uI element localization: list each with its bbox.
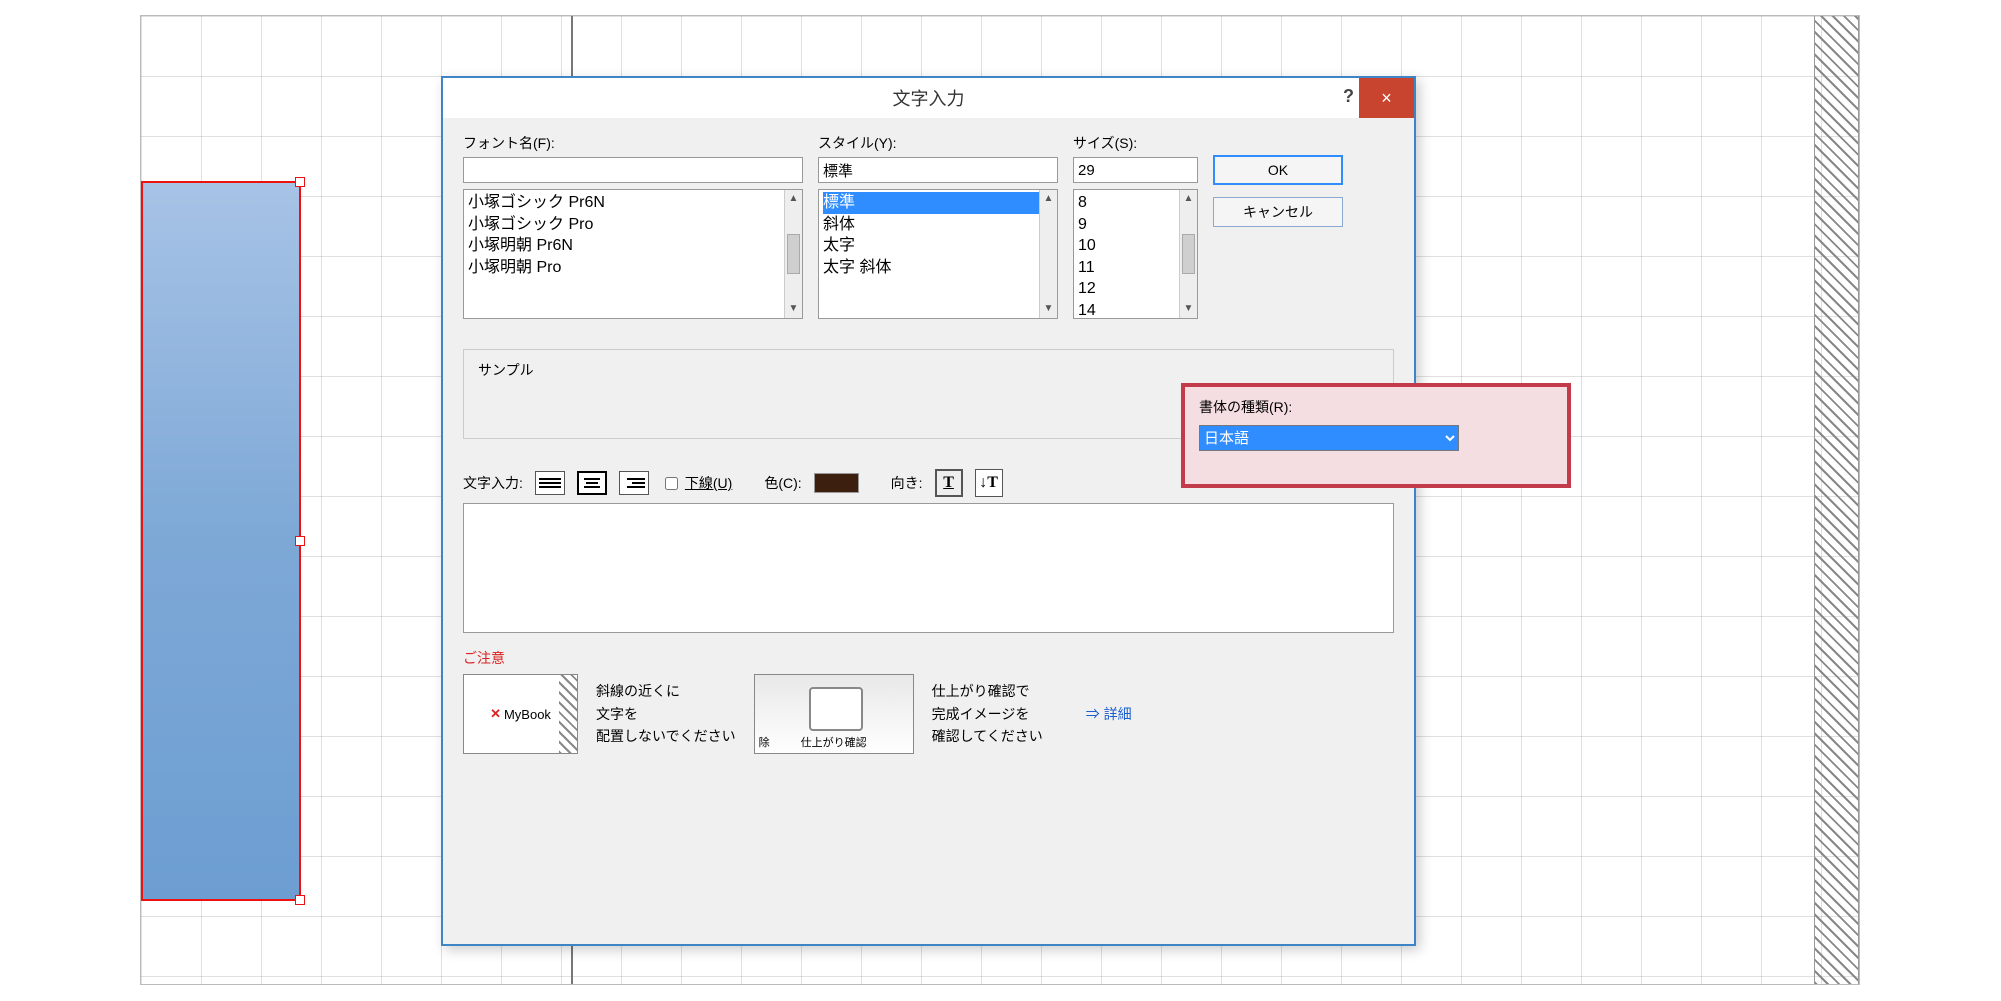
resize-handle-mr[interactable] <box>295 536 305 546</box>
align-left-button[interactable] <box>535 471 565 495</box>
vertical-direction-button[interactable]: ↓T <box>975 469 1003 497</box>
style-input[interactable] <box>818 157 1058 183</box>
align-right-button[interactable] <box>619 471 649 495</box>
list-item[interactable]: 14 <box>1078 300 1179 319</box>
help-button[interactable]: ? <box>1343 86 1354 107</box>
x-icon: ✕ <box>490 706 501 722</box>
thumb2-caption: 仕上がり確認 <box>801 734 867 750</box>
color-label: 色(C): <box>764 473 801 493</box>
selected-object[interactable] <box>141 181 301 901</box>
size-input[interactable] <box>1073 157 1198 183</box>
ok-button[interactable]: OK <box>1213 155 1343 185</box>
font-label: フォント名(F): <box>463 133 803 153</box>
dialog-title: 文字入力 <box>893 85 965 111</box>
style-label: スタイル(Y): <box>818 133 1058 153</box>
notice-thumb-mybook: ✕ MyBook <box>463 674 578 754</box>
mybook-label: MyBook <box>504 707 551 722</box>
script-label: 書体の種類(R): <box>1199 397 1553 417</box>
size-listbox[interactable]: 8 9 10 11 12 14 16 ▲▼ <box>1073 189 1198 319</box>
list-item[interactable]: 太字 <box>823 235 1039 257</box>
list-item[interactable]: 8 <box>1078 192 1179 214</box>
script-select[interactable]: 日本語 <box>1199 425 1459 451</box>
cancel-button[interactable]: キャンセル <box>1213 197 1343 227</box>
color-swatch[interactable] <box>814 473 859 493</box>
notice-thumb-preview: 除 仕上がり確認 <box>754 674 914 754</box>
close-button[interactable]: × <box>1359 78 1414 118</box>
font-listbox[interactable]: 小塚ゴシック Pr6N 小塚ゴシック Pro 小塚明朝 Pr6N 小塚明朝 Pr… <box>463 189 803 319</box>
script-type-highlight: 書体の種類(R): 日本語 <box>1181 383 1571 488</box>
sample-label: サンプル <box>478 360 718 428</box>
list-item[interactable]: 小塚明朝 Pr6N <box>468 235 784 257</box>
font-input[interactable] <box>463 157 803 183</box>
text-input-area[interactable] <box>463 503 1394 633</box>
direction-label: 向き: <box>891 473 923 493</box>
text-input-label: 文字入力: <box>463 473 523 493</box>
size-label: サイズ(S): <box>1073 133 1198 153</box>
list-item[interactable]: 斜体 <box>823 214 1039 236</box>
list-item[interactable]: 小塚明朝 Pro <box>468 257 784 279</box>
resize-handle-br[interactable] <box>295 895 305 905</box>
underline-label: 下線(U) <box>685 473 732 493</box>
list-item[interactable]: 11 <box>1078 257 1179 279</box>
resize-handle-tr[interactable] <box>295 177 305 187</box>
text-input-dialog: 文字入力 ? × フォント名(F): 小塚ゴシック Pr6N 小塚ゴシック Pr… <box>441 76 1416 946</box>
list-item[interactable]: 10 <box>1078 235 1179 257</box>
list-item[interactable]: 標準 <box>823 192 1039 214</box>
notice-text-2: 仕上がり確認で 完成イメージを 確認してください <box>932 680 1043 747</box>
list-item[interactable]: 太字 斜体 <box>823 257 1039 279</box>
underline-check[interactable] <box>665 477 678 490</box>
list-item[interactable]: 小塚ゴシック Pr6N <box>468 192 784 214</box>
dialog-titlebar[interactable]: 文字入力 ? × <box>443 78 1414 118</box>
list-item[interactable]: 小塚ゴシック Pro <box>468 214 784 236</box>
horizontal-direction-button[interactable]: T <box>935 469 963 497</box>
notice-title: ご注意 <box>463 648 1394 668</box>
list-item[interactable]: 9 <box>1078 214 1179 236</box>
thumb2-left-label: 除 <box>759 734 770 750</box>
style-listbox[interactable]: 標準 斜体 太字 太字 斜体 ▲▼ <box>818 189 1058 319</box>
list-item[interactable]: 12 <box>1078 278 1179 300</box>
underline-checkbox[interactable]: 下線(U) <box>661 473 732 493</box>
canvas-hatch-right <box>1814 16 1859 984</box>
detail-link[interactable]: ⇒ 詳細 <box>1086 704 1132 724</box>
align-center-button[interactable] <box>577 471 607 495</box>
notice-text-1: 斜線の近くに 文字を 配置しないでください <box>596 680 736 747</box>
